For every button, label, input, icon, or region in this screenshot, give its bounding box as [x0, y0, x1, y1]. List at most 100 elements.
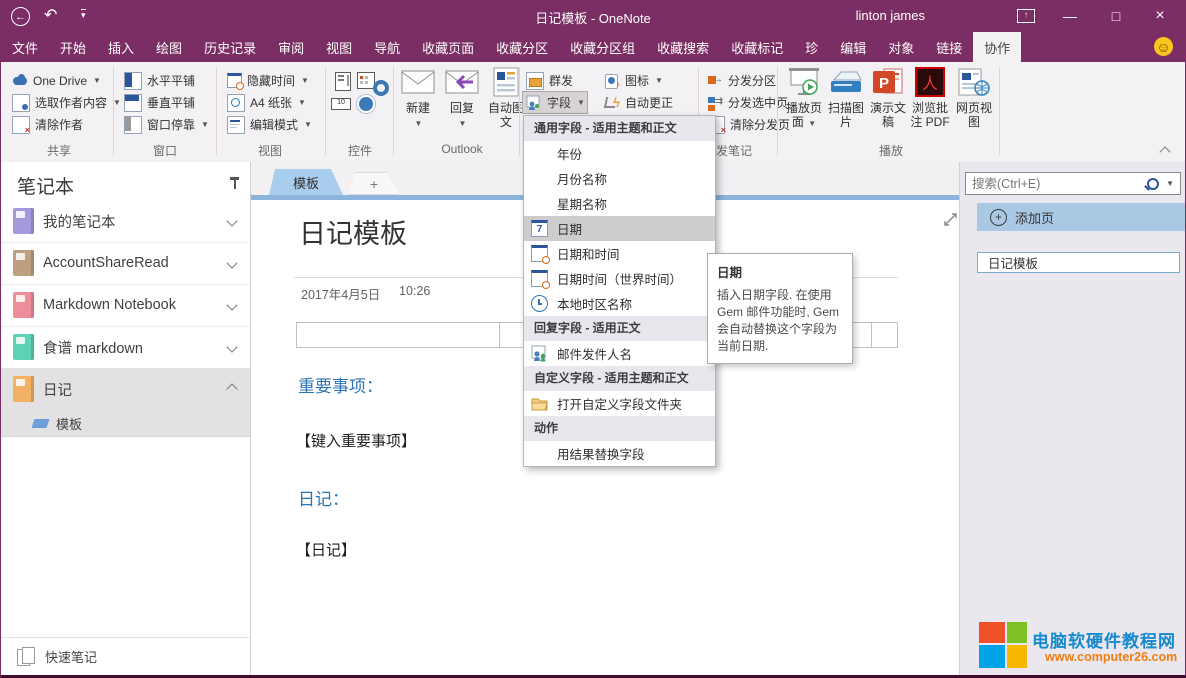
- chevron-down-icon[interactable]: [226, 341, 237, 352]
- notebook-item[interactable]: AccountShareRead: [1, 242, 250, 285]
- menu-header-reply-fields: 回复字段 - 适用正文: [524, 316, 715, 341]
- number-slider-control-icon[interactable]: 10: [331, 98, 351, 110]
- calendar-clock-icon: [531, 245, 548, 262]
- scanner-icon: [825, 66, 867, 98]
- tile-vertical-button[interactable]: 垂直平铺: [121, 92, 198, 113]
- webpage-globe-icon: [953, 66, 995, 98]
- play-page-button[interactable]: 播放页面 ▼: [783, 66, 825, 131]
- notebook-item-selected[interactable]: 日记: [1, 368, 250, 410]
- menu-item-date[interactable]: 7日期: [524, 216, 715, 241]
- menu-item-replace-field-with-result[interactable]: 用结果替换字段: [524, 441, 715, 466]
- tab-review[interactable]: 审阅: [267, 32, 315, 62]
- menu-item-datetime-world[interactable]: 日期时间（世界时间）: [524, 266, 715, 291]
- tab-file[interactable]: 文件: [1, 32, 49, 62]
- dock-window-button[interactable]: 窗口停靠▼: [121, 114, 212, 135]
- important-heading[interactable]: 重要事项：: [298, 372, 383, 397]
- tab-edit[interactable]: 编辑: [829, 32, 877, 62]
- signed-in-user[interactable]: linton james: [856, 8, 925, 23]
- mass-send-button[interactable]: 群发: [523, 70, 576, 91]
- clear-distribute-pages-button[interactable]: × 清除分发页: [704, 114, 793, 135]
- onedrive-button[interactable]: One Drive▼: [9, 70, 104, 91]
- icon-button[interactable]: ♪ 图标▼: [601, 70, 666, 91]
- dropdown-arrow-icon: ▼: [655, 76, 663, 85]
- tab-home[interactable]: 开始: [49, 32, 97, 62]
- new-mail-button[interactable]: 新建▼: [397, 66, 439, 131]
- smiley-feedback-icon[interactable]: ☺: [1154, 37, 1173, 56]
- section-tab-template[interactable]: 模板: [269, 169, 343, 195]
- field-button[interactable]: 字段▼: [522, 91, 588, 114]
- review-annotate-pdf-button[interactable]: 人 浏览批注 PDF: [909, 66, 951, 129]
- menu-item-date-and-time[interactable]: 日期和时间: [524, 241, 715, 266]
- tab-favorite-search[interactable]: 收藏搜索: [646, 32, 720, 62]
- tab-draw[interactable]: 绘图: [145, 32, 193, 62]
- tab-favorite-pages[interactable]: 收藏页面: [411, 32, 485, 62]
- scan-picture-button[interactable]: 扫描图片: [825, 66, 867, 129]
- pick-author-content-button[interactable]: 选取作者内容▼: [9, 92, 124, 113]
- important-placeholder[interactable]: 【键入重要事项】: [296, 430, 416, 451]
- dropdown-arrow-icon: ▼: [113, 98, 121, 107]
- clear-author-button[interactable]: × 清除作者: [9, 114, 86, 135]
- chevron-down-icon[interactable]: [226, 215, 237, 226]
- notebook-item[interactable]: 食谱 markdown: [1, 326, 250, 369]
- search-scope-arrow-icon[interactable]: ▼: [1166, 179, 1174, 188]
- page-title[interactable]: 日记模板: [299, 212, 407, 251]
- notebook-item[interactable]: 我的笔记本: [1, 200, 250, 243]
- search-icon[interactable]: [1147, 178, 1159, 190]
- envelope-icon: [397, 66, 439, 98]
- a4-paper-button[interactable]: A4 纸张▼: [224, 92, 309, 113]
- plus-circle-icon: +: [990, 209, 1007, 226]
- notebook-item[interactable]: Markdown Notebook: [1, 284, 250, 327]
- tab-treasure[interactable]: 珍: [794, 32, 829, 62]
- maximize-button[interactable]: □: [1099, 0, 1133, 32]
- close-button[interactable]: ×: [1143, 0, 1177, 32]
- tab-cooperation[interactable]: 协作: [973, 32, 1021, 62]
- reply-mail-button[interactable]: 回复▼: [441, 66, 483, 131]
- add-page-bar[interactable]: + 添加页: [977, 203, 1186, 231]
- form-control-icon[interactable]: [335, 72, 351, 91]
- tile-horizontal-button[interactable]: 水平平铺: [121, 70, 198, 91]
- fullpage-view-icon[interactable]: [943, 212, 958, 232]
- web-view-button[interactable]: 网页视图: [953, 66, 995, 129]
- chevron-down-icon[interactable]: [226, 257, 237, 268]
- dropdown-arrow-icon: ▼: [415, 119, 423, 128]
- quick-notes-row[interactable]: 快速笔记: [1, 637, 250, 675]
- tab-view[interactable]: 视图: [315, 32, 363, 62]
- radio-ring-control-icon[interactable]: [373, 80, 389, 96]
- menu-item-local-timezone[interactable]: 本地时区名称: [524, 291, 715, 316]
- edit-mode-button[interactable]: 编辑模式▼: [224, 114, 315, 135]
- ribbon-display-options-icon[interactable]: ↑: [1009, 0, 1043, 32]
- pin-icon[interactable]: [229, 176, 241, 190]
- menu-item-year[interactable]: 年份: [524, 141, 715, 166]
- hide-time-button[interactable]: 隐藏时间▼: [224, 70, 312, 91]
- diary-placeholder[interactable]: 【日记】: [296, 539, 356, 560]
- distribute-section-icon: →: [707, 73, 723, 89]
- menu-item-open-custom-field-folder[interactable]: 打开自定义字段文件夹: [524, 391, 715, 416]
- menu-item-month-name[interactable]: 月份名称: [524, 166, 715, 191]
- chevron-up-icon[interactable]: [226, 383, 237, 394]
- autocorrect-button[interactable]: ϟ 自动更正: [601, 92, 676, 113]
- section-item[interactable]: 模板: [1, 410, 250, 436]
- radio-dot-control-icon[interactable]: [357, 95, 375, 113]
- chevron-down-icon[interactable]: [226, 299, 237, 310]
- menu-item-mail-sender-name[interactable]: 邮件发件人名: [524, 341, 715, 366]
- tab-favorite-sections[interactable]: 收藏分区: [485, 32, 559, 62]
- minimize-button[interactable]: —: [1053, 0, 1087, 32]
- page-list-item-selected[interactable]: 日记模板: [977, 252, 1180, 273]
- tab-object[interactable]: 对象: [877, 32, 925, 62]
- search-box[interactable]: ▼: [965, 172, 1181, 195]
- page-time[interactable]: 10:26: [399, 284, 430, 298]
- tab-navigation[interactable]: 导航: [363, 32, 411, 62]
- collapse-ribbon-icon[interactable]: [1159, 146, 1170, 157]
- menu-item-weekday-name[interactable]: 星期名称: [524, 191, 715, 216]
- tab-favorite-tags[interactable]: 收藏标记: [720, 32, 794, 62]
- distribute-section-button[interactable]: → 分发分区: [704, 70, 779, 91]
- auto-graphic-text-button[interactable]: 自动图文: [485, 66, 527, 129]
- tab-favorite-section-groups[interactable]: 收藏分区组: [559, 32, 646, 62]
- diary-heading[interactable]: 日记：: [298, 485, 349, 510]
- search-input[interactable]: [966, 177, 1147, 191]
- tab-insert[interactable]: 插入: [97, 32, 145, 62]
- tab-link[interactable]: 链接: [925, 32, 973, 62]
- presentation-button[interactable]: P 演示文稿: [867, 66, 909, 129]
- page-date[interactable]: 2017年4月5日: [301, 284, 380, 303]
- tab-history[interactable]: 历史记录: [193, 32, 267, 62]
